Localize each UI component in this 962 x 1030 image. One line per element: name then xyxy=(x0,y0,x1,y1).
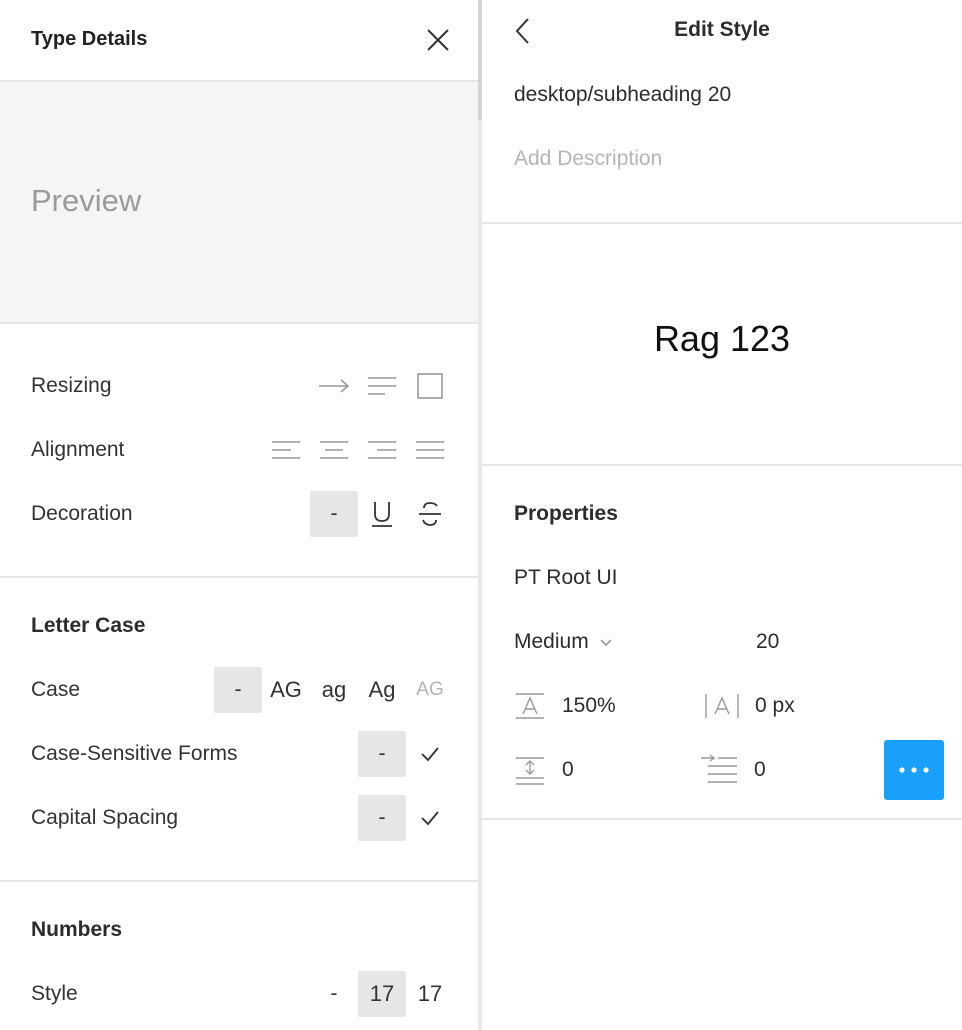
letter-case-title: Letter Case xyxy=(31,614,146,637)
case-sensitive-none-button[interactable]: - xyxy=(358,731,406,777)
font-size-input[interactable]: 20 xyxy=(756,630,779,654)
case-lowercase-button[interactable]: ag xyxy=(310,667,358,713)
paragraph-indent-icon xyxy=(700,754,738,791)
close-icon[interactable] xyxy=(424,26,452,54)
case-sensitive-forms-label: Case-Sensitive Forms xyxy=(31,742,238,765)
capital-spacing-label: Capital Spacing xyxy=(31,806,179,829)
style-sample-preview: Rag 123 xyxy=(653,318,791,359)
case-label: Case xyxy=(31,678,81,701)
description-field[interactable]: Add Description xyxy=(514,147,662,171)
case-smallcaps-button[interactable]: AG xyxy=(406,667,454,713)
divider xyxy=(482,464,962,466)
number-style-none-button[interactable]: - xyxy=(310,971,358,1017)
paragraph-spacing-icon xyxy=(515,756,545,791)
align-left-icon[interactable] xyxy=(262,430,310,470)
line-height-icon xyxy=(515,692,545,725)
case-titlecase-button[interactable]: Ag xyxy=(358,667,406,713)
edit-style-title: Edit Style xyxy=(674,18,770,41)
case-none-button[interactable]: - xyxy=(214,667,262,713)
divider xyxy=(482,818,962,820)
divider xyxy=(0,576,478,578)
divider xyxy=(0,880,478,882)
ellipsis-icon xyxy=(899,767,929,773)
letter-spacing-input[interactable]: 0 px xyxy=(755,694,795,718)
type-details-title: Type Details xyxy=(31,28,148,50)
number-style-lining-button[interactable]: 17 xyxy=(358,971,406,1017)
number-style-oldstyle-button[interactable]: 17 xyxy=(406,971,454,1017)
line-height-input[interactable]: 150% xyxy=(562,694,616,718)
align-center-icon[interactable] xyxy=(310,430,358,470)
alignment-label: Alignment xyxy=(31,438,125,461)
font-weight-select[interactable]: Medium xyxy=(514,630,613,654)
chevron-down-icon xyxy=(599,630,613,654)
resizing-label: Resizing xyxy=(31,374,112,397)
checkmark-icon[interactable] xyxy=(406,798,454,838)
fixed-size-icon[interactable] xyxy=(406,366,454,406)
type-details-panel: Type Details Preview Resizing Alignment … xyxy=(0,0,478,1030)
divider xyxy=(482,222,962,224)
decoration-none-button[interactable]: - xyxy=(310,491,358,537)
decoration-label: Decoration xyxy=(31,502,133,525)
font-family-select[interactable]: PT Root UI xyxy=(514,566,617,590)
checkmark-icon[interactable] xyxy=(406,734,454,774)
align-right-icon[interactable] xyxy=(358,430,406,470)
letter-spacing-icon xyxy=(704,692,740,725)
align-justify-icon[interactable] xyxy=(406,430,454,470)
underline-icon[interactable] xyxy=(358,494,406,534)
font-weight-value: Medium xyxy=(514,630,589,653)
panel-scrollbar[interactable] xyxy=(478,0,482,1030)
strikethrough-icon[interactable] xyxy=(406,494,454,534)
auto-height-icon[interactable] xyxy=(358,366,406,406)
number-style-label: Style xyxy=(31,982,78,1005)
style-name-field[interactable]: desktop/subheading 20 xyxy=(514,83,731,107)
properties-title: Properties xyxy=(514,502,618,525)
auto-width-icon[interactable] xyxy=(310,366,358,406)
paragraph-indent-input[interactable]: 0 xyxy=(754,758,766,782)
paragraph-spacing-input[interactable]: 0 xyxy=(562,758,574,782)
divider xyxy=(0,322,478,324)
case-uppercase-button[interactable]: AG xyxy=(262,667,310,713)
numbers-title: Numbers xyxy=(31,918,123,941)
preview-label: Preview xyxy=(31,183,142,218)
more-options-button[interactable] xyxy=(884,740,944,800)
capital-spacing-none-button[interactable]: - xyxy=(358,795,406,841)
